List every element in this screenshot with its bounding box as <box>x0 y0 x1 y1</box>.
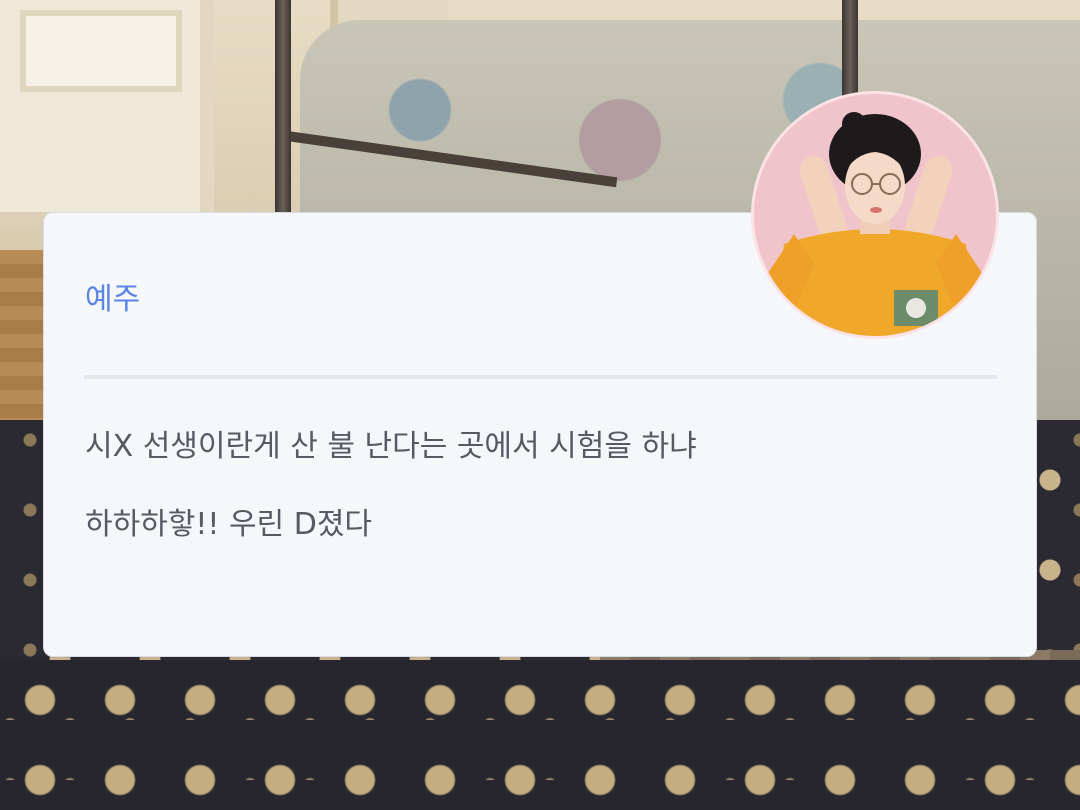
sender-name: 예주 <box>85 282 141 317</box>
message-body: 시X 선생이란게 산 불 난다는 곳에서 시험을 하냐 하하하핳!! 우린 D졌… <box>85 428 985 584</box>
profile-avatar[interactable] <box>754 94 996 336</box>
profile-photo-avatar-icon <box>754 94 996 336</box>
background-photo: 예주 시X 선생이란게 산 불 난다는 곳에서 시험을 하냐 하하하핳!! 우린… <box>0 0 1080 810</box>
bg-window-pane <box>20 10 182 92</box>
bg-rug-bottom <box>0 660 1080 810</box>
card-divider <box>84 375 997 379</box>
bg-window <box>0 0 214 230</box>
message-line: 하하하핳!! 우린 D졌다 <box>85 507 373 542</box>
message-line: 시X 선생이란게 산 불 난다는 곳에서 시험을 하냐 <box>85 429 697 464</box>
